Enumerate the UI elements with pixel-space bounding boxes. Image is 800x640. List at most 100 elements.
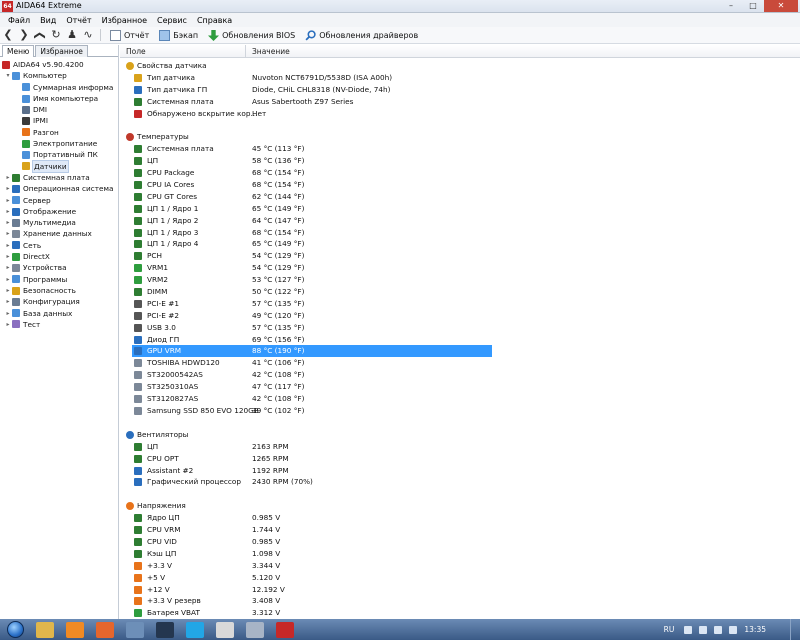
- tree-item[interactable]: ▸ Системная плата: [0, 172, 118, 183]
- menu-report[interactable]: Отчёт: [61, 16, 96, 25]
- up-button[interactable]: ❯: [33, 27, 48, 43]
- back-button[interactable]: ❮: [0, 28, 16, 43]
- tree-item[interactable]: ▸ Хранение данных: [0, 228, 118, 239]
- tree-item[interactable]: DMI: [0, 104, 118, 115]
- tray-arrow-icon[interactable]: [684, 625, 693, 634]
- expand-icon[interactable]: ▸: [4, 319, 12, 330]
- expand-icon[interactable]: ▸: [4, 206, 12, 217]
- tab-menu[interactable]: Меню: [2, 45, 35, 57]
- sensor-row[interactable]: Тип датчика ГП Diode, CHiL CHL8318 (NV-Di…: [120, 84, 800, 96]
- app-taskbar-icon[interactable]: [126, 621, 144, 638]
- tree-item[interactable]: Суммарная информа: [0, 82, 118, 93]
- tab-favorites[interactable]: Избранное: [35, 45, 88, 57]
- graph-button[interactable]: ∿: [80, 28, 96, 43]
- steam-taskbar-icon[interactable]: [156, 621, 174, 638]
- sensor-row[interactable]: ЦП 1 / Ядро 4 65 °C (149 °F): [120, 238, 800, 250]
- sensor-row[interactable]: PCI-E #2 49 °C (120 °F): [120, 310, 800, 322]
- sensor-row[interactable]: Ядро ЦП 0.985 V: [120, 512, 800, 524]
- sensor-row[interactable]: +5 V 5.120 V: [120, 572, 800, 584]
- tree-item[interactable]: ▸ Программы: [0, 274, 118, 285]
- sensor-row[interactable]: +3.3 V 3.344 V: [120, 560, 800, 572]
- expand-icon[interactable]: ▸: [4, 183, 12, 194]
- media-player-taskbar-icon[interactable]: [66, 621, 84, 638]
- driver-updates-button[interactable]: Обновления драйверов: [300, 28, 423, 43]
- sensor-row[interactable]: CPU GT Cores 62 °C (144 °F): [120, 191, 800, 203]
- tree-item[interactable]: ▸ Отображение: [0, 206, 118, 217]
- sensor-row[interactable]: ST32000542AS 42 °C (108 °F): [120, 369, 800, 381]
- menu-file[interactable]: Файл: [3, 16, 35, 25]
- minimize-button[interactable]: –: [720, 0, 742, 12]
- tree-item[interactable]: ▸ Устройства: [0, 262, 118, 273]
- aida64-taskbar-icon[interactable]: [276, 621, 294, 638]
- tool-taskbar-icon[interactable]: [246, 621, 264, 638]
- sensor-row[interactable]: VRM2 53 °C (127 °F): [120, 274, 800, 286]
- tree-item[interactable]: Разгон: [0, 127, 118, 138]
- tree-item[interactable]: Портативный ПК: [0, 149, 118, 160]
- tree-item[interactable]: AIDA64 v5.90.4200: [0, 59, 118, 70]
- sensor-row[interactable]: +12 V 12.192 V: [120, 584, 800, 596]
- sensor-row[interactable]: VRM1 54 °C (129 °F): [120, 262, 800, 274]
- expand-icon[interactable]: ▸: [4, 217, 12, 228]
- bios-updates-button[interactable]: Обновления BIOS: [203, 28, 300, 43]
- menu-service[interactable]: Сервис: [152, 16, 192, 25]
- sensor-row[interactable]: PCH 54 °C (129 °F): [120, 250, 800, 262]
- tree-item[interactable]: ▸ Операционная система: [0, 183, 118, 194]
- sensor-row[interactable]: ST3250310AS 47 °C (117 °F): [120, 381, 800, 393]
- user-button[interactable]: ♟: [64, 28, 80, 43]
- sensor-row[interactable]: CPU Package 68 °C (154 °F): [120, 167, 800, 179]
- sensor-row[interactable]: DIMM 50 °C (122 °F): [120, 286, 800, 298]
- explorer-taskbar-icon[interactable]: [36, 621, 54, 638]
- sensor-row[interactable]: Системная плата Asus Sabertooth Z97 Serie…: [120, 96, 800, 108]
- sensor-row[interactable]: ЦП 1 / Ядро 2 64 °C (147 °F): [120, 215, 800, 227]
- sensor-row[interactable]: Assistant #2 1192 RPM: [120, 465, 800, 477]
- refresh-button[interactable]: ↻: [48, 28, 64, 43]
- sensor-row[interactable]: PCI-E #1 57 °C (135 °F): [120, 298, 800, 310]
- sensor-row[interactable]: Графический процессор 2430 RPM (70%): [120, 476, 800, 488]
- menu-view[interactable]: Вид: [35, 16, 61, 25]
- maximize-button[interactable]: □: [742, 0, 764, 12]
- sensor-row[interactable]: ЦП 1 / Ядро 1 65 °C (149 °F): [120, 203, 800, 215]
- start-button[interactable]: [0, 619, 30, 640]
- sensor-row[interactable]: ЦП 58 °C (136 °F): [120, 155, 800, 167]
- expand-icon[interactable]: ▸: [4, 296, 12, 307]
- tree-item[interactable]: ▸ Мультимедиа: [0, 217, 118, 228]
- expand-icon[interactable]: ▸: [4, 195, 12, 206]
- report-button[interactable]: Отчёт: [105, 28, 154, 43]
- sensor-row[interactable]: ЦП 1 / Ядро 3 68 °C (154 °F): [120, 227, 800, 239]
- sensor-row[interactable]: Диод ГП 69 °C (156 °F): [120, 334, 800, 346]
- menu-favorites[interactable]: Избранное: [97, 16, 152, 25]
- sensor-row[interactable]: CPU VRM 1.744 V: [120, 524, 800, 536]
- skype-taskbar-icon[interactable]: [186, 621, 204, 638]
- expand-icon[interactable]: ▸: [4, 172, 12, 183]
- sensor-row[interactable]: Обнаружено вскрытие кор... Нет: [120, 108, 800, 120]
- sensor-row[interactable]: TOSHIBA HDWD120 41 °C (106 °F): [120, 357, 800, 369]
- expand-icon[interactable]: ▸: [4, 251, 12, 262]
- tree-item[interactable]: Электропитание: [0, 138, 118, 149]
- tree-item[interactable]: ▸ Конфигурация: [0, 296, 118, 307]
- menu-help[interactable]: Справка: [192, 16, 237, 25]
- network-tray-icon[interactable]: [714, 625, 723, 634]
- sensor-row[interactable]: Системная плата 45 °C (113 °F): [120, 143, 800, 155]
- expand-icon[interactable]: ▸: [4, 262, 12, 273]
- collapse-icon[interactable]: ▾: [4, 70, 12, 81]
- tree-item[interactable]: IPMI: [0, 115, 118, 126]
- tree-item[interactable]: ▾ Компьютер: [0, 70, 118, 81]
- tree-item[interactable]: ▸ Сеть: [0, 240, 118, 251]
- expand-icon[interactable]: ▸: [4, 308, 12, 319]
- sensor-row[interactable]: Батарея VBAT 3.312 V: [120, 607, 800, 619]
- sensor-row[interactable]: GPU VRM 88 °C (190 °F): [132, 345, 492, 358]
- close-button[interactable]: ✕: [764, 0, 798, 12]
- firefox-taskbar-icon[interactable]: [96, 621, 114, 638]
- yandex-taskbar-icon[interactable]: [216, 621, 234, 638]
- tree-item[interactable]: ▸ Сервер: [0, 195, 118, 206]
- sensor-row[interactable]: ЦП 2163 RPM: [120, 441, 800, 453]
- sensor-row[interactable]: CPU OPT 1265 RPM: [120, 453, 800, 465]
- volume-icon[interactable]: [729, 625, 738, 634]
- column-field-header[interactable]: Поле: [120, 45, 246, 57]
- clock[interactable]: 13:35: [744, 625, 766, 634]
- expand-icon[interactable]: ▸: [4, 228, 12, 239]
- sensor-row[interactable]: +3.3 V резерв 3.408 V: [120, 595, 800, 607]
- expand-icon[interactable]: ▸: [4, 240, 12, 251]
- show-desktop-button[interactable]: [790, 619, 800, 640]
- forward-button[interactable]: ❯: [16, 28, 32, 43]
